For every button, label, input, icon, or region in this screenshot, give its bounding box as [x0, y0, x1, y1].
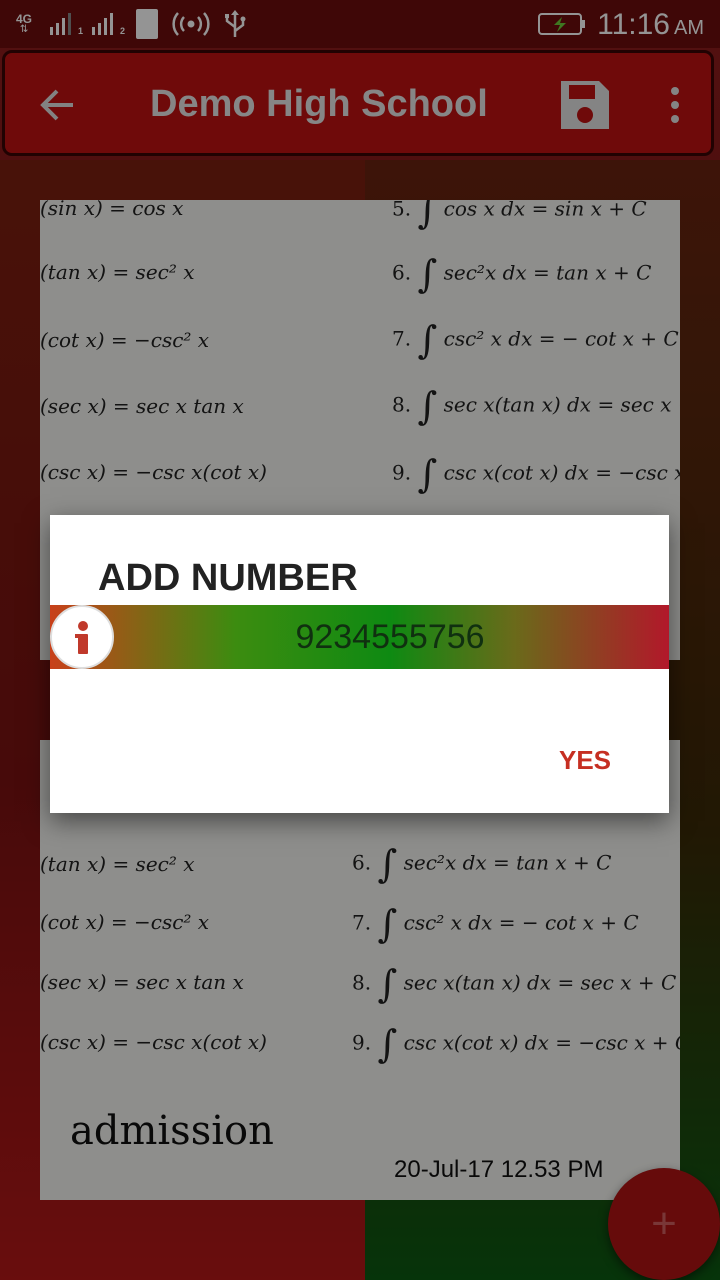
- number-banner: 9234555756: [50, 605, 669, 669]
- yes-button[interactable]: YES: [540, 740, 630, 780]
- add-number-dialog: ADD NUMBER 9234555756 YES: [50, 515, 669, 813]
- phone-number: 9234555756: [295, 618, 485, 656]
- dialog-title: ADD NUMBER: [98, 557, 358, 599]
